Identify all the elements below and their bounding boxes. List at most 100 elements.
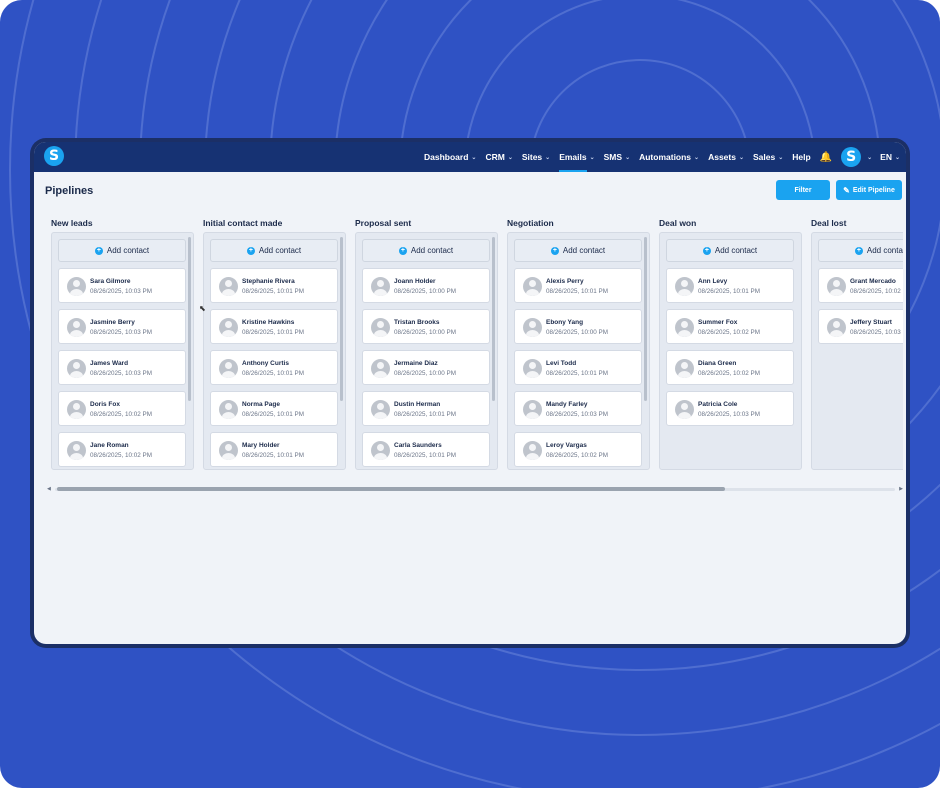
column-scrollbar[interactable] bbox=[188, 237, 191, 401]
contact-name: Diana Green bbox=[698, 360, 737, 367]
contact-card[interactable]: Mary Holder 08/26/2025, 10:01 PM bbox=[210, 432, 338, 467]
top-nav: S Dashboard ⌄ CRM ⌄ Sites ⌄ Emails ⌄ SMS ⌄ Automat… bbox=[34, 142, 906, 172]
contact-card[interactable]: Jeffery Stuart 08/26/2025, 10:03 PM bbox=[818, 309, 903, 344]
chevron-down-icon: ⌄ bbox=[545, 154, 551, 161]
contact-card[interactable]: Kristine Hawkins 08/26/2025, 10:01 PM bbox=[210, 309, 338, 344]
contact-card[interactable]: Grant Mercado 08/26/2025, 10:02 PM bbox=[818, 268, 903, 303]
plus-icon: + bbox=[550, 246, 559, 255]
contact-card[interactable]: Mandy Farley 08/26/2025, 10:03 PM bbox=[514, 391, 642, 426]
contact-name: Jane Roman bbox=[90, 442, 129, 449]
user-menu-toggle[interactable]: ⌄ bbox=[864, 142, 872, 172]
plus-icon: + bbox=[94, 246, 103, 255]
contact-name: Tristan Brooks bbox=[394, 319, 440, 326]
contact-card[interactable]: Jane Roman 08/26/2025, 10:02 PM bbox=[58, 432, 186, 467]
chevron-down-icon: ⌄ bbox=[694, 154, 700, 161]
avatar-icon bbox=[219, 318, 238, 337]
contact-date: 08/26/2025, 10:03 PM bbox=[698, 411, 760, 418]
edit-pipeline-button[interactable]: ✎ Edit Pipeline bbox=[836, 180, 902, 200]
contact-card[interactable]: Diana Green 08/26/2025, 10:02 PM bbox=[666, 350, 794, 385]
nav-item-automations[interactable]: Automations ⌄ bbox=[639, 142, 699, 172]
column-scrollbar[interactable] bbox=[492, 237, 495, 401]
contact-name: James Ward bbox=[90, 360, 129, 367]
contact-card[interactable]: Doris Fox 08/26/2025, 10:02 PM bbox=[58, 391, 186, 426]
add-contact-button[interactable]: +Add contact bbox=[666, 239, 794, 262]
contact-card[interactable]: Norma Page 08/26/2025, 10:01 PM bbox=[210, 391, 338, 426]
nav-item-assets[interactable]: Assets ⌄ bbox=[708, 142, 744, 172]
add-contact-button[interactable]: +Add contact bbox=[210, 239, 338, 262]
contact-date: 08/26/2025, 10:01 PM bbox=[394, 452, 456, 459]
contact-card[interactable]: James Ward 08/26/2025, 10:03 PM bbox=[58, 350, 186, 385]
scroll-right-icon[interactable]: ▶ bbox=[899, 486, 903, 492]
contact-card[interactable]: Ann Levy 08/26/2025, 10:01 PM bbox=[666, 268, 794, 303]
contact-card[interactable]: Carla Saunders 08/26/2025, 10:01 PM bbox=[362, 432, 490, 467]
contact-card[interactable]: Joann Holder 08/26/2025, 10:00 PM bbox=[362, 268, 490, 303]
contact-card[interactable]: Dustin Herman 08/26/2025, 10:01 PM bbox=[362, 391, 490, 426]
nav-item-crm[interactable]: CRM ⌄ bbox=[485, 142, 512, 172]
avatar-icon bbox=[827, 318, 846, 337]
contact-card[interactable]: Patricia Cole 08/26/2025, 10:03 PM bbox=[666, 391, 794, 426]
logo-icon[interactable]: S bbox=[44, 146, 64, 166]
contact-card[interactable]: Summer Fox 08/26/2025, 10:02 PM bbox=[666, 309, 794, 344]
contact-card[interactable]: Alexis Perry 08/26/2025, 10:01 PM bbox=[514, 268, 642, 303]
contact-card[interactable]: Sara Gilmore 08/26/2025, 10:03 PM bbox=[58, 268, 186, 303]
pipeline-column: Initial contact made + Add contact Stephani… bbox=[203, 216, 346, 470]
avatar-icon bbox=[675, 318, 694, 337]
filter-button[interactable]: Filter bbox=[776, 180, 830, 200]
add-contact-button[interactable]: +Add contact bbox=[58, 239, 186, 262]
column-title: Negotiation bbox=[507, 218, 554, 228]
column-title: Initial contact made bbox=[203, 218, 283, 228]
contact-date: 08/26/2025, 10:02 PM bbox=[698, 329, 760, 336]
contact-name: Patricia Cole bbox=[698, 401, 738, 408]
column-scrollbar[interactable] bbox=[644, 237, 647, 401]
horizontal-scrollbar[interactable]: ◀ ▶ bbox=[47, 486, 903, 492]
chevron-down-icon: ⌄ bbox=[867, 154, 873, 161]
nav-item-sms[interactable]: SMS ⌄ bbox=[604, 142, 630, 172]
scroll-thumb[interactable] bbox=[57, 487, 725, 491]
contact-name: Levi Todd bbox=[546, 360, 577, 367]
column-scrollbar[interactable] bbox=[340, 237, 343, 401]
avatar-icon bbox=[219, 277, 238, 296]
contact-card[interactable]: Tristan Brooks 08/26/2025, 10:00 PM bbox=[362, 309, 490, 344]
contact-card[interactable]: Anthony Curtis 08/26/2025, 10:01 PM bbox=[210, 350, 338, 385]
avatar-icon bbox=[675, 277, 694, 296]
contact-name: Jeffery Stuart bbox=[850, 319, 892, 326]
contact-card[interactable]: Jasmine Berry 08/26/2025, 10:03 PM bbox=[58, 309, 186, 344]
contact-name: Leroy Vargas bbox=[546, 442, 587, 449]
app-screen: S Dashboard ⌄ CRM ⌄ Sites ⌄ Emails ⌄ SMS ⌄ Automat… bbox=[34, 142, 906, 644]
nav-menu: Dashboard ⌄ CRM ⌄ Sites ⌄ Emails ⌄ SMS ⌄ Automatio… bbox=[415, 142, 900, 172]
nav-item-label: Automations bbox=[639, 152, 692, 162]
column-title: Proposal sent bbox=[355, 218, 412, 228]
contact-card[interactable]: Levi Todd 08/26/2025, 10:01 PM bbox=[514, 350, 642, 385]
nav-item-dashboard[interactable]: Dashboard ⌄ bbox=[424, 142, 476, 172]
contact-card[interactable]: Jermaine Diaz 08/26/2025, 10:00 PM bbox=[362, 350, 490, 385]
nav-item-label: Emails bbox=[559, 152, 587, 162]
scroll-left-icon[interactable]: ◀ bbox=[47, 486, 51, 492]
nav-item-sales[interactable]: Sales ⌄ bbox=[753, 142, 783, 172]
add-contact-button[interactable]: +Add contact bbox=[818, 239, 903, 262]
add-contact-button[interactable]: +Add contact bbox=[362, 239, 490, 262]
add-contact-label: Add contact bbox=[866, 246, 903, 255]
pipeline-column: Deal won + Add contact Ann Levy 08/26/2025, … bbox=[659, 216, 802, 470]
contact-date: 08/26/2025, 10:00 PM bbox=[394, 329, 456, 336]
contact-name: Jermaine Diaz bbox=[394, 360, 438, 367]
contact-date: 08/26/2025, 10:03 PM bbox=[546, 411, 608, 418]
bell-icon[interactable]: 🔔 bbox=[820, 152, 832, 163]
chevron-down-icon: ⌄ bbox=[507, 154, 513, 161]
contact-card[interactable]: Ebony Yang 08/26/2025, 10:00 PM bbox=[514, 309, 642, 344]
nav-item-help[interactable]: Help bbox=[792, 142, 810, 172]
user-avatar[interactable]: S bbox=[841, 147, 862, 167]
contact-date: 08/26/2025, 10:01 PM bbox=[242, 452, 304, 459]
nav-item-emails[interactable]: Emails ⌄ bbox=[559, 142, 595, 172]
mouse-cursor-icon: ⬉ bbox=[199, 304, 206, 313]
plus-icon: + bbox=[246, 246, 255, 255]
add-contact-button[interactable]: +Add contact bbox=[514, 239, 642, 262]
contact-date: 08/26/2025, 10:01 PM bbox=[242, 370, 304, 377]
contact-card[interactable]: Leroy Vargas 08/26/2025, 10:02 PM bbox=[514, 432, 642, 467]
language-select[interactable]: EN ⌄ bbox=[880, 152, 900, 162]
plus-icon: + bbox=[702, 246, 711, 255]
contact-card[interactable]: Stephanie Rivera 08/26/2025, 10:01 PM bbox=[210, 268, 338, 303]
add-contact-label: Add contact bbox=[106, 246, 150, 255]
avatar-icon bbox=[523, 359, 542, 378]
contact-name: Ebony Yang bbox=[546, 319, 584, 326]
nav-item-sites[interactable]: Sites ⌄ bbox=[522, 142, 550, 172]
